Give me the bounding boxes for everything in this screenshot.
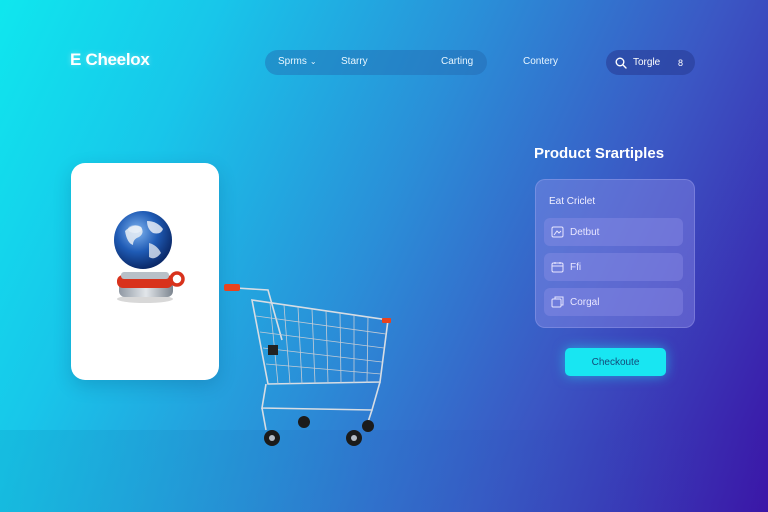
nav-item-contery[interactable]: Contery bbox=[523, 56, 558, 67]
search-icon bbox=[615, 57, 627, 69]
product-card[interactable] bbox=[71, 163, 219, 380]
option-label: Ffi bbox=[570, 261, 582, 273]
nav-item-carting[interactable]: Carting bbox=[441, 56, 473, 67]
option-label: Corgal bbox=[570, 296, 600, 308]
panel-subtitle: Eat Criclet bbox=[549, 196, 596, 207]
chevron-down-icon: ⌄ bbox=[309, 57, 317, 66]
search-bar[interactable]: Torgle 8 bbox=[606, 50, 695, 75]
checkout-button[interactable]: Checkoute bbox=[565, 348, 666, 376]
product-options-panel: Eat Criclet Detbut Ffi Corgal bbox=[535, 179, 695, 328]
nav-item-label: Sprms bbox=[278, 56, 307, 67]
image-icon bbox=[551, 226, 564, 238]
search-count: 8 bbox=[677, 57, 683, 68]
option-corgal[interactable]: Corgal bbox=[544, 288, 683, 316]
option-ffi[interactable]: Ffi bbox=[544, 253, 683, 281]
globe-product-image bbox=[111, 209, 189, 310]
panel-title: Product Srartiples bbox=[534, 145, 665, 162]
shopping-cart-icon bbox=[224, 284, 391, 446]
option-detbut[interactable]: Detbut bbox=[544, 218, 683, 246]
search-label: Torgle bbox=[633, 57, 661, 68]
app-logo[interactable]: E Cheelox bbox=[70, 50, 150, 70]
nav-item-sprms[interactable]: Sprms ⌄ bbox=[278, 56, 317, 67]
calendar-icon bbox=[551, 262, 564, 273]
option-label: Detbut bbox=[570, 226, 600, 238]
nav-item-starry[interactable]: Starry bbox=[341, 56, 368, 67]
gallery-icon bbox=[551, 296, 564, 308]
